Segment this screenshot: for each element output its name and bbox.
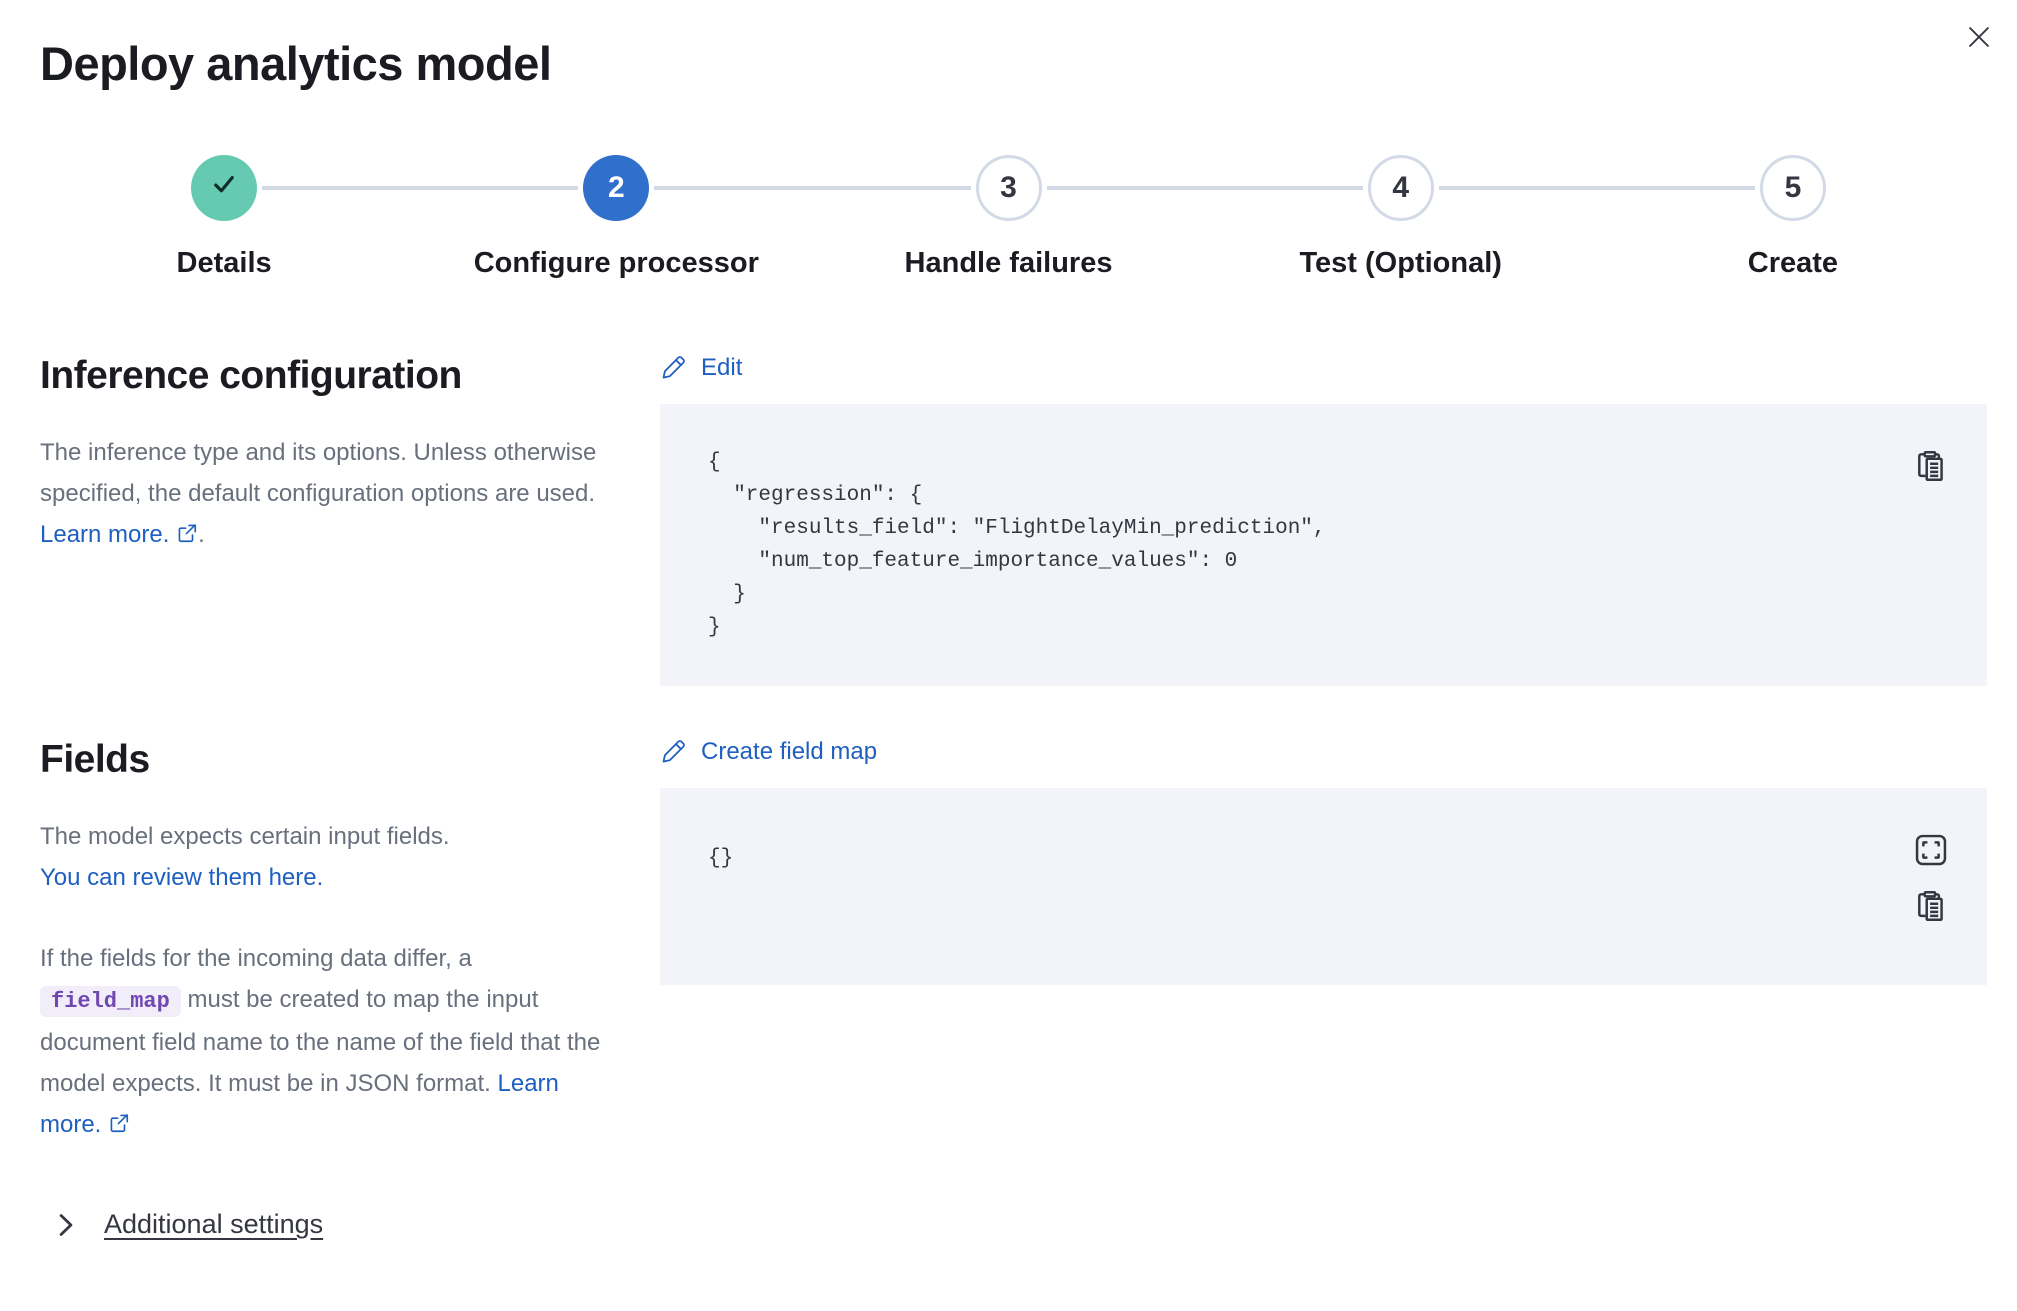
external-link-icon[interactable]: [108, 1106, 130, 1128]
step-configure-circle: 2: [583, 155, 649, 221]
field-map-inline-code: field_map: [40, 986, 181, 1017]
fields-field-map-text: If the fields for the incoming data diff…: [40, 938, 618, 1145]
fullscreen-icon: [1913, 856, 1949, 871]
step-label: Configure processor: [474, 247, 759, 280]
step-handle-failures-circle: 3: [976, 155, 1042, 221]
inference-desc-text: The inference type and its options. Unle…: [40, 439, 596, 507]
inference-learn-more-link[interactable]: Learn more.: [40, 521, 169, 548]
step-label: Create: [1748, 247, 1838, 280]
create-field-map-label: Create field map: [701, 738, 877, 766]
edit-link-label: Edit: [701, 354, 742, 382]
field-map-panel-controls: [1913, 832, 1949, 924]
field-map-code-block: {}: [660, 788, 1987, 985]
step-progress: Details 2 Configure processor 3 Handle f…: [28, 155, 1989, 280]
step-label: Handle failures: [905, 247, 1113, 280]
step-details[interactable]: Details: [28, 155, 420, 280]
inference-config-json: { "regression": { "results_field": "Flig…: [708, 446, 1847, 644]
fields-description: Fields The model expects certain input f…: [40, 738, 660, 1145]
create-field-map-link[interactable]: Create field map: [660, 738, 877, 766]
deploy-analytics-flyout: Deploy analytics model Details 2 Configu…: [0, 0, 2017, 1311]
inference-panel-controls: [1913, 448, 1949, 484]
inference-desc-period: .: [198, 521, 205, 548]
copy-button[interactable]: [1913, 448, 1949, 484]
step-test-optional[interactable]: 4 Test (Optional): [1205, 155, 1597, 280]
check-icon: [209, 169, 239, 207]
step-details-circle: [191, 155, 257, 221]
fields-intro: The model expects certain input fields. …: [40, 816, 618, 898]
additional-settings-label: Additional settings: [104, 1209, 323, 1240]
chevron-right-icon: [52, 1211, 80, 1239]
step-label: Details: [177, 247, 272, 280]
review-fields-link[interactable]: You can review them here.: [40, 857, 618, 898]
page-title: Deploy analytics model: [40, 36, 2017, 91]
step-create-circle: 5: [1760, 155, 1826, 221]
step-create[interactable]: 5 Create: [1597, 155, 1989, 280]
fields-para-pre: If the fields for the incoming data diff…: [40, 945, 472, 972]
inference-config-description: Inference configuration The inference ty…: [40, 354, 660, 686]
close-icon: [1966, 24, 1992, 53]
pencil-icon: [660, 355, 686, 381]
fields-intro-text: The model expects certain input fields.: [40, 823, 450, 850]
external-link-icon[interactable]: [176, 516, 198, 538]
inference-config-code-block: { "regression": { "results_field": "Flig…: [660, 404, 1987, 686]
step-label: Test (Optional): [1299, 247, 1501, 280]
inference-config-panel-area: Edit { "regression": { "results_field": …: [660, 354, 1987, 686]
close-button[interactable]: [1961, 20, 1997, 56]
copy-button[interactable]: [1913, 888, 1949, 924]
inference-config-text: The inference type and its options. Unle…: [40, 432, 618, 555]
edit-inference-config-link[interactable]: Edit: [660, 354, 742, 382]
step-test-circle: 4: [1368, 155, 1434, 221]
fields-heading: Fields: [40, 738, 630, 782]
field-map-json: {}: [708, 842, 1847, 875]
flyout-body: Inference configuration The inference ty…: [0, 354, 2017, 1145]
field-map-panel-area: Create field map {}: [660, 738, 1987, 1145]
copy-clipboard-icon: [1913, 472, 1949, 487]
fullscreen-button[interactable]: [1913, 832, 1949, 868]
copy-clipboard-icon: [1913, 912, 1949, 927]
step-handle-failures[interactable]: 3 Handle failures: [812, 155, 1204, 280]
step-configure-processor[interactable]: 2 Configure processor: [420, 155, 812, 280]
additional-settings-toggle[interactable]: Additional settings: [52, 1209, 323, 1240]
inference-config-heading: Inference configuration: [40, 354, 630, 398]
pencil-icon: [660, 739, 686, 765]
